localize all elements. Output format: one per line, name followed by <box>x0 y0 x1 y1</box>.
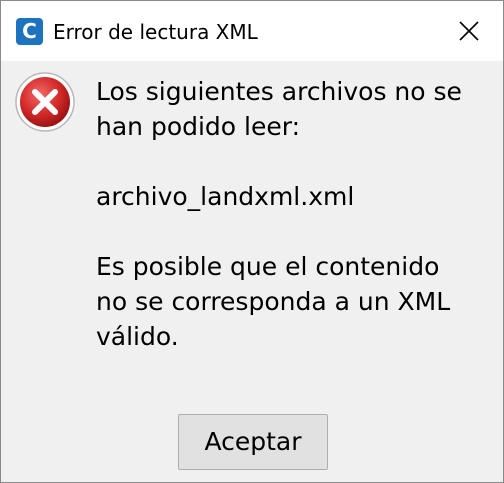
message-line: válido. <box>96 322 179 351</box>
message-line: han podido leer: <box>96 112 301 141</box>
message-line: no se corresponda a un XML <box>96 287 451 316</box>
title-bar: C Error de lectura XML <box>1 1 503 61</box>
error-dialog: C Error de lectura XML Los siguientes ar… <box>0 0 504 483</box>
accept-button[interactable]: Aceptar <box>178 414 328 470</box>
error-message: Los siguientes archivos no se han podido… <box>96 74 496 354</box>
message-line: Es posible que el contenido <box>96 252 440 281</box>
message-line: Los siguientes archivos no se <box>96 77 462 106</box>
close-button[interactable] <box>447 11 491 51</box>
window-title: Error de lectura XML <box>53 20 258 44</box>
app-logo-icon: C <box>16 18 43 45</box>
error-icon <box>15 72 75 132</box>
file-name: archivo_landxml.xml <box>96 182 355 211</box>
close-icon <box>459 21 479 41</box>
